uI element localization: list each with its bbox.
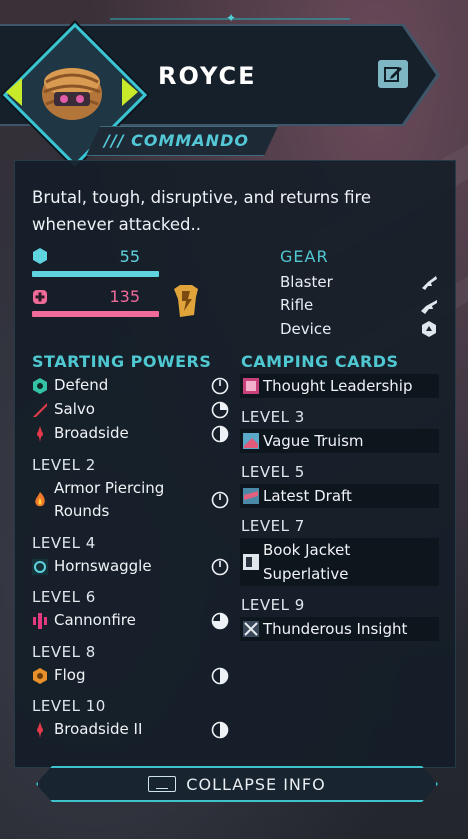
level-10-label: LEVEL 10 — [32, 697, 106, 715]
character-name: ROYCE — [158, 62, 257, 90]
power-broadside[interactable]: Broadside — [32, 422, 232, 446]
camping-cards-title: CAMPING CARDS — [241, 352, 399, 371]
level-6-label: LEVEL 6 — [32, 588, 96, 606]
card-name: Thought Leadership — [263, 377, 413, 395]
thought-leadership-card-icon — [243, 378, 259, 394]
edit-button[interactable] — [378, 60, 408, 88]
vague-truism-card-icon — [243, 433, 259, 449]
gear-item-blaster: Blaster — [280, 273, 333, 291]
power-hornswaggle[interactable]: Hornswaggle — [32, 555, 232, 579]
card-name: Vague Truism — [263, 432, 364, 450]
level-5-label: LEVEL 5 — [241, 463, 305, 481]
edit-icon — [384, 67, 402, 82]
power-name: Hornswaggle — [54, 557, 152, 575]
cooldown-timer-icon — [211, 425, 229, 443]
collapse-info-label: COLLAPSE INFO — [186, 774, 326, 794]
level-3-label: LEVEL 3 — [241, 408, 305, 426]
salvo-icon — [33, 403, 47, 417]
cooldown-timer-icon — [211, 612, 229, 630]
shield-bar — [32, 271, 159, 277]
cooldown-timer-icon — [211, 667, 229, 685]
broadside-ii-icon — [37, 722, 43, 738]
card-vague-truism[interactable]: Vague Truism — [240, 429, 439, 453]
power-name-line2: Rounds — [54, 502, 110, 520]
power-name-line1: Armor Piercing — [54, 479, 165, 497]
power-name: Salvo — [54, 400, 95, 418]
royce-avatar-icon — [42, 68, 102, 120]
armor-icon — [174, 285, 198, 317]
book-jacket-card-icon — [243, 554, 259, 570]
flog-icon — [33, 668, 47, 684]
broadside-icon — [37, 426, 43, 442]
level-7-label: LEVEL 7 — [241, 517, 305, 535]
next-character-icon[interactable] — [122, 78, 138, 106]
class-label: /// COMMANDO — [104, 131, 249, 150]
power-name: Broadside II — [54, 720, 143, 738]
latest-draft-card-icon — [243, 488, 259, 504]
level-2-label: LEVEL 2 — [32, 456, 96, 474]
health-bar — [32, 311, 159, 317]
card-name: Thunderous Insight — [263, 620, 408, 638]
device-icon — [422, 321, 436, 337]
card-latest-draft[interactable]: Latest Draft — [240, 484, 439, 508]
collapse-info-button[interactable]: COLLAPSE INFO — [36, 766, 438, 802]
cooldown-timer-icon — [211, 558, 229, 576]
health-value: 135 — [109, 287, 140, 306]
level-4-label: LEVEL 4 — [32, 534, 96, 552]
card-thunderous-insight[interactable]: Thunderous Insight — [240, 617, 439, 641]
starting-powers-title: STARTING POWERS — [32, 352, 212, 371]
power-defend[interactable]: Defend — [32, 374, 232, 398]
gear-title: GEAR — [280, 247, 329, 266]
shield-icon — [33, 248, 47, 264]
card-name-line2: Superlative — [263, 565, 349, 583]
cannonfire-icon — [33, 613, 47, 629]
hornswaggle-icon — [32, 559, 48, 575]
gear-item-device: Device — [280, 320, 332, 338]
cooldown-timer-icon — [211, 491, 229, 509]
power-name: Broadside — [54, 424, 129, 442]
power-flog[interactable]: Flog — [32, 664, 232, 688]
cooldown-timer-icon — [211, 377, 229, 395]
power-armor-piercing-rounds[interactable]: Armor Piercing Rounds — [32, 477, 232, 523]
cooldown-timer-icon — [211, 401, 229, 419]
gear-item-rifle: Rifle — [280, 296, 314, 314]
level-8-label: LEVEL 8 — [32, 643, 96, 661]
card-name: Latest Draft — [263, 487, 352, 505]
power-name: Flog — [54, 666, 86, 684]
cooldown-timer-icon — [211, 721, 229, 739]
health-icon — [33, 290, 47, 304]
armor-piercing-icon — [35, 492, 45, 507]
shield-value: 55 — [119, 247, 140, 266]
power-cannonfire[interactable]: Cannonfire — [32, 609, 232, 633]
keyboard-key-icon — [148, 776, 176, 792]
power-salvo[interactable]: Salvo — [32, 398, 232, 422]
rifle-icon — [421, 300, 437, 314]
power-broadside-ii[interactable]: Broadside II — [32, 718, 232, 742]
top-ornament-icon: ✦ — [226, 11, 237, 25]
level-9-label: LEVEL 9 — [241, 596, 305, 614]
blaster-icon — [422, 276, 437, 290]
card-thought-leadership[interactable]: Thought Leadership — [240, 374, 439, 398]
power-name: Cannonfire — [54, 611, 136, 629]
character-description: Brutal, tough, disruptive, and returns f… — [32, 188, 372, 234]
thunderous-insight-card-icon — [243, 621, 259, 637]
card-book-jacket-superlative[interactable]: Book Jacket Superlative — [240, 538, 439, 586]
previous-character-icon[interactable] — [6, 78, 22, 106]
defend-icon — [33, 378, 47, 394]
card-name-line1: Book Jacket — [263, 541, 351, 559]
power-name: Defend — [54, 376, 109, 394]
